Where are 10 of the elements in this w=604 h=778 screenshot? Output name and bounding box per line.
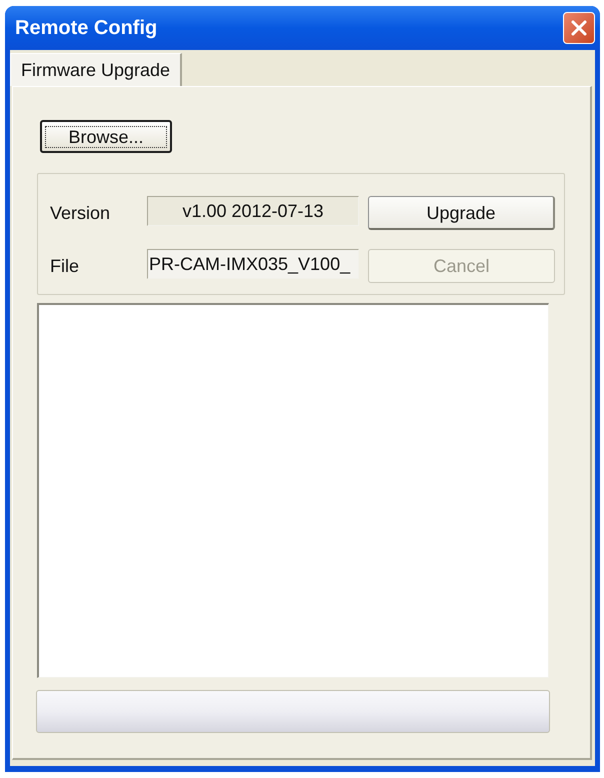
file-path-field[interactable]: PR-CAM-IMX035_V100_	[147, 249, 359, 279]
close-button[interactable]	[563, 12, 595, 44]
upgrade-button[interactable]: Upgrade	[368, 196, 555, 230]
field-label: File	[50, 254, 80, 278]
field-label: Version	[50, 202, 112, 224]
tab[interactable]: Firmware Upgrade	[10, 53, 182, 86]
browse-button[interactable]: Browse...	[40, 120, 172, 153]
window-title: Remote Config	[15, 18, 158, 38]
version-field[interactable]: v1.00 2012-07-13	[147, 196, 359, 226]
close-icon	[570, 19, 588, 37]
